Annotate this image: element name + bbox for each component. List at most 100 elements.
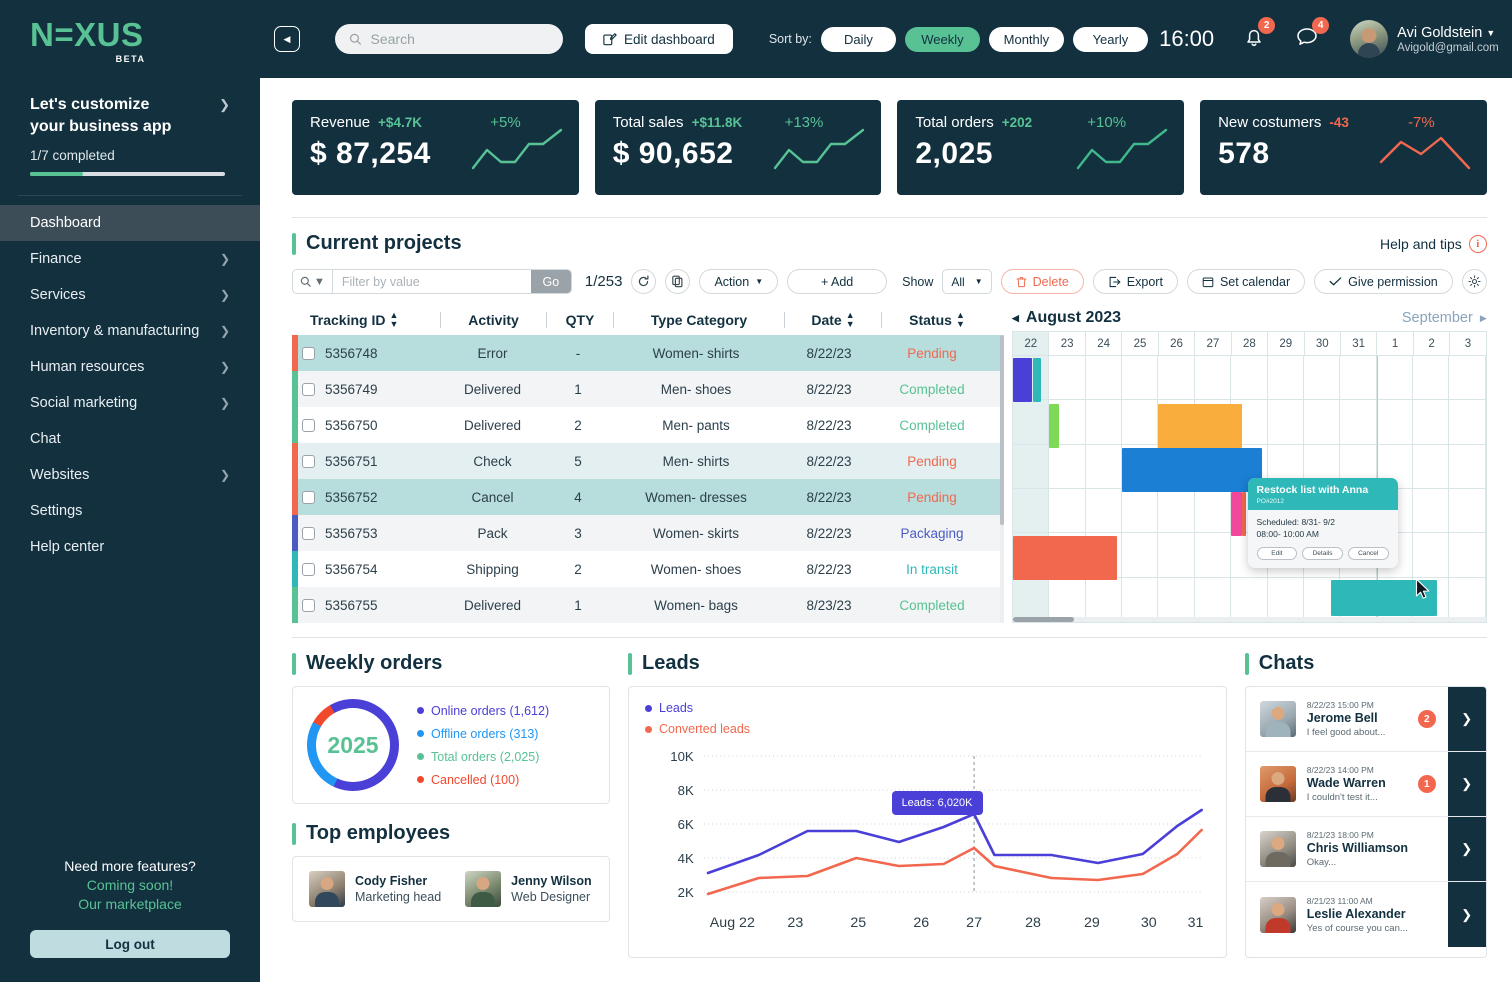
sort-option-yearly[interactable]: Yearly: [1072, 26, 1148, 52]
kpi-card-revenue[interactable]: Revenue +$4.7K $ 87,254 +5%: [292, 100, 579, 195]
gantt-day[interactable]: 26: [1159, 332, 1196, 355]
sidebar-item-settings[interactable]: Settings: [0, 493, 260, 529]
edit-dashboard-button[interactable]: Edit dashboard: [585, 24, 733, 54]
go-button[interactable]: Go: [530, 270, 571, 293]
sidebar-item-inventory-manufacturing[interactable]: Inventory & manufacturing ❯: [0, 313, 260, 349]
customize-panel[interactable]: Let's customize your business app ❯ 1/7 …: [0, 78, 260, 177]
row-checkbox[interactable]: [302, 454, 315, 468]
search-input[interactable]: [370, 31, 549, 47]
gantt-day[interactable]: 1: [1377, 332, 1414, 355]
gantt-day[interactable]: 24: [1086, 332, 1123, 355]
refresh-button[interactable]: [631, 269, 657, 294]
sidebar-item-social-marketing[interactable]: Social marketing ❯: [0, 385, 260, 421]
chevron-right-icon[interactable]: ❯: [219, 94, 230, 111]
chevron-down-icon[interactable]: ▼: [1486, 28, 1495, 38]
search-box[interactable]: [335, 24, 563, 54]
gantt-bar[interactable]: [1242, 492, 1247, 536]
gantt-day[interactable]: 28: [1232, 332, 1269, 355]
gantt-day[interactable]: 22: [1013, 332, 1050, 355]
table-scrollbar[interactable]: [1000, 335, 1004, 623]
sidebar-item-human-resources[interactable]: Human resources ❯: [0, 349, 260, 385]
notifications-button[interactable]: 2: [1242, 17, 1276, 54]
sort-option-monthly[interactable]: Monthly: [988, 26, 1064, 52]
gantt-day[interactable]: 3: [1450, 332, 1485, 355]
column-header-qty[interactable]: QTY: [547, 312, 613, 328]
sidebar-item-chat[interactable]: Chat: [0, 421, 260, 457]
column-header-type-category[interactable]: Type Category: [614, 312, 784, 328]
nexus-logo[interactable]: N=XUS BETA: [30, 18, 144, 64]
gantt-bar[interactable]: [1033, 358, 1041, 402]
row-checkbox[interactable]: [302, 490, 315, 504]
row-checkbox[interactable]: [302, 382, 315, 396]
delete-button[interactable]: Delete: [1000, 269, 1084, 294]
logout-button[interactable]: Log out: [30, 930, 230, 958]
table-row[interactable]: 5356751 Check 5 Men- shirts 8/22/23 Pend…: [292, 443, 1004, 479]
gantt-bar[interactable]: [1013, 536, 1117, 580]
messages-button[interactable]: 4: [1294, 17, 1330, 54]
action-dropdown-button[interactable]: Action ▼: [699, 269, 779, 294]
table-row[interactable]: 5356749 Delivered 1 Men- shoes 8/22/23 C…: [292, 371, 1004, 407]
column-header-tracking-id[interactable]: Tracking ID ▲ ▼: [292, 311, 440, 329]
sidebar-item-websites[interactable]: Websites ❯: [0, 457, 260, 493]
gantt-day[interactable]: 31: [1341, 332, 1378, 355]
column-header-status[interactable]: Status ▲ ▼: [882, 311, 992, 329]
marketplace-link[interactable]: Our marketplace: [30, 896, 230, 912]
sort-option-daily[interactable]: Daily: [820, 26, 896, 52]
row-checkbox[interactable]: [302, 346, 315, 360]
filter-input[interactable]: [332, 270, 531, 293]
column-header-activity[interactable]: Activity: [441, 312, 546, 328]
add-button[interactable]: + Add: [787, 269, 888, 294]
chat-item[interactable]: 8/21/23 11:00 AM Leslie Alexander Yes of…: [1246, 882, 1486, 947]
tooltip-cancel-button[interactable]: Cancel: [1347, 546, 1389, 560]
table-row[interactable]: 5356750 Delivered 2 Men- pants 8/22/23 C…: [292, 407, 1004, 443]
copy-button[interactable]: [665, 269, 691, 294]
settings-button[interactable]: [1461, 269, 1487, 294]
set-calendar-button[interactable]: Set calendar: [1186, 269, 1306, 294]
chat-item[interactable]: 8/22/23 15:00 PM Jerome Bell I feel good…: [1245, 687, 1486, 752]
table-row[interactable]: 5356755 Delivered 1 Women- bags 8/23/23 …: [292, 587, 1004, 623]
chat-open-button[interactable]: ❯: [1447, 687, 1486, 751]
employee-item[interactable]: Jenny Wilson Web Designer: [465, 871, 592, 907]
donut-chart[interactable]: 2025: [307, 699, 399, 791]
row-checkbox[interactable]: [302, 598, 315, 612]
chat-open-button[interactable]: ❯: [1447, 752, 1486, 816]
kpi-card-total-sales[interactable]: Total sales +$11.8K $ 90,652 +13%: [594, 100, 882, 195]
gantt-bar[interactable]: [1049, 404, 1059, 448]
gantt-scrollbar[interactable]: [1013, 617, 1486, 622]
collapse-sidebar-button[interactable]: ◀: [274, 26, 300, 52]
kpi-card-new-costumers[interactable]: New costumers -43 578 -7%: [1200, 100, 1487, 195]
filter-type-select[interactable]: ▼: [293, 270, 333, 293]
sidebar-item-help-center[interactable]: Help center: [0, 529, 260, 565]
gantt-day[interactable]: 25: [1122, 332, 1159, 355]
employee-item[interactable]: Cody Fisher Marketing head: [309, 871, 441, 907]
sidebar-item-dashboard[interactable]: Dashboard: [0, 205, 260, 242]
tooltip-details-button[interactable]: Details: [1302, 546, 1343, 560]
column-header-date[interactable]: Date ▲ ▼: [785, 311, 881, 329]
next-month-button[interactable]: September ▶: [1402, 310, 1487, 326]
gantt-day[interactable]: 2: [1414, 332, 1451, 355]
give-permission-button[interactable]: Give permission: [1314, 269, 1453, 294]
tooltip-edit-button[interactable]: Edit: [1256, 546, 1298, 560]
prev-month-icon[interactable]: ◀: [1012, 313, 1019, 324]
gantt-bar[interactable]: [1122, 448, 1263, 492]
help-and-tips-button[interactable]: Help and tips i: [1380, 234, 1487, 253]
table-row[interactable]: 5356754 Shipping 2 Women- shoes 8/22/23 …: [292, 551, 1004, 587]
chat-open-button[interactable]: ❯: [1447, 882, 1486, 947]
gantt-day[interactable]: 23: [1049, 332, 1086, 355]
table-row[interactable]: 5356748 Error - Women- shirts 8/22/23 Pe…: [292, 335, 1004, 371]
chat-open-button[interactable]: ❯: [1447, 817, 1486, 881]
row-checkbox[interactable]: [302, 526, 315, 540]
row-checkbox[interactable]: [302, 562, 315, 576]
sidebar-item-finance[interactable]: Finance ❯: [0, 241, 260, 277]
table-row[interactable]: 5356752 Cancel 4 Women- dresses 8/22/23 …: [292, 479, 1004, 515]
gantt-bar[interactable]: [1158, 404, 1243, 448]
table-row[interactable]: 5356753 Pack 3 Women- skirts 8/22/23 Pac…: [292, 515, 1004, 551]
show-select[interactable]: All ▼: [942, 269, 992, 294]
gantt-day[interactable]: 27: [1195, 332, 1232, 355]
kpi-card-total-orders[interactable]: Total orders +202 2,025 +10%: [897, 100, 1185, 195]
user-menu[interactable]: Avi Goldstein ▼ Avigold@gmail.com: [1350, 20, 1499, 58]
export-button[interactable]: Export: [1092, 269, 1178, 294]
gantt-bar[interactable]: [1231, 492, 1243, 536]
gantt-day[interactable]: 30: [1305, 332, 1341, 355]
chat-item[interactable]: 8/21/23 18:00 PM Chris Williamson Okay..…: [1245, 817, 1486, 882]
